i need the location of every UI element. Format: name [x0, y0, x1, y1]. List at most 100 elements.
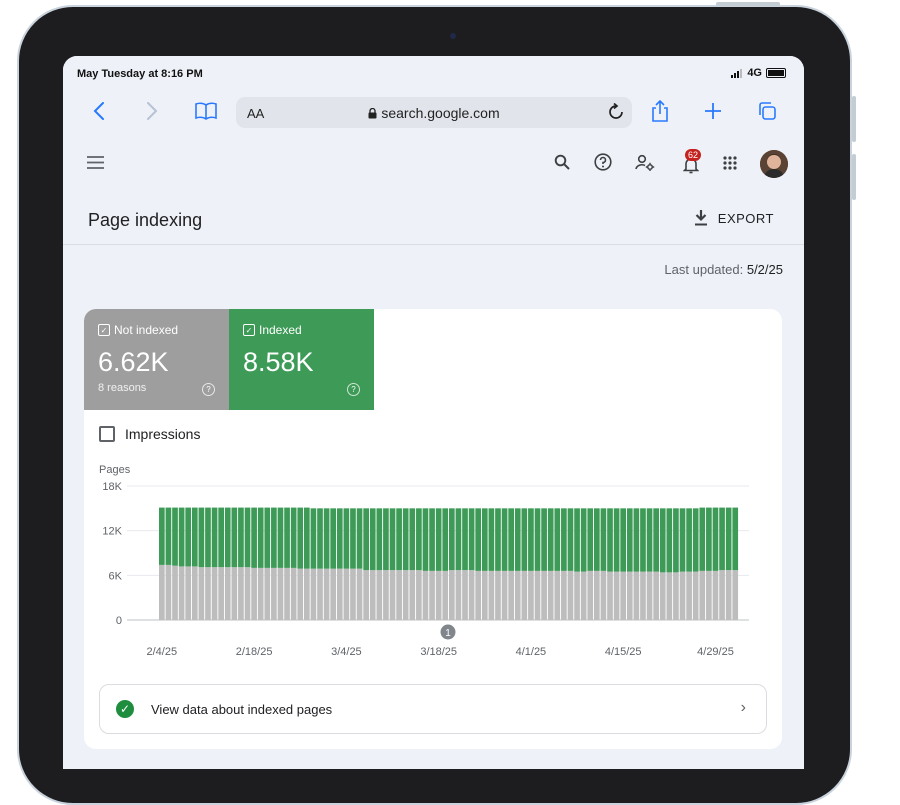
chart-bar-not-indexed[interactable] — [534, 570, 541, 620]
chart-bar-indexed[interactable] — [620, 508, 627, 572]
chart-bar-not-indexed[interactable] — [416, 570, 422, 620]
chart-bar-indexed[interactable] — [561, 508, 567, 571]
chart-bar-indexed[interactable] — [211, 507, 218, 568]
chart-bar-indexed[interactable] — [284, 507, 290, 568]
chart-bar-indexed[interactable] — [547, 508, 554, 571]
chart-bar-indexed[interactable] — [271, 507, 277, 568]
indexed-tile[interactable]: ✓ Indexed 8.58K ? — [229, 309, 374, 410]
chart-bar-not-indexed[interactable] — [692, 571, 699, 620]
bookmarks-button[interactable] — [191, 96, 221, 126]
chart-bar-indexed[interactable] — [310, 508, 317, 569]
chart-bar-not-indexed[interactable] — [442, 570, 449, 620]
chart-bar-indexed[interactable] — [396, 508, 402, 571]
chart-bar-not-indexed[interactable] — [198, 567, 205, 620]
chart-bar-not-indexed[interactable] — [580, 571, 587, 620]
chart-bar-not-indexed[interactable] — [626, 571, 633, 620]
chart-bar-not-indexed[interactable] — [514, 570, 521, 620]
chart-bar-indexed[interactable] — [659, 508, 666, 573]
chart-bar-indexed[interactable] — [389, 508, 396, 571]
chart-bar-indexed[interactable] — [383, 508, 389, 571]
chart-bar-indexed[interactable] — [574, 508, 580, 572]
chart-bar-indexed[interactable] — [640, 508, 646, 572]
chart-bar-not-indexed[interactable] — [304, 568, 310, 620]
chart-bar-not-indexed[interactable] — [574, 571, 580, 620]
chart-bar-indexed[interactable] — [191, 507, 198, 567]
chart-bar-not-indexed[interactable] — [383, 570, 389, 620]
chart-bar-not-indexed[interactable] — [719, 570, 725, 620]
menu-button[interactable] — [87, 156, 104, 174]
chart-bar-not-indexed[interactable] — [468, 570, 475, 620]
chart-bar-not-indexed[interactable] — [587, 570, 594, 620]
chart-bar-indexed[interactable] — [613, 508, 620, 572]
chart-bar-indexed[interactable] — [732, 507, 739, 571]
chart-bar-indexed[interactable] — [402, 508, 409, 571]
chart-bar-not-indexed[interactable] — [211, 567, 218, 620]
chart-bar-indexed[interactable] — [317, 508, 323, 569]
chart-bar-indexed[interactable] — [304, 507, 310, 569]
chart-bar-indexed[interactable] — [653, 508, 659, 572]
manage-users-button[interactable] — [635, 154, 655, 176]
chart-bar-indexed[interactable] — [231, 507, 238, 568]
chart-bar-not-indexed[interactable] — [409, 570, 416, 620]
chart-bar-not-indexed[interactable] — [607, 571, 613, 620]
chart-bar-not-indexed[interactable] — [646, 571, 653, 620]
chart-bar-indexed[interactable] — [244, 507, 251, 568]
chart-bar-indexed[interactable] — [455, 508, 462, 571]
chart-bar-not-indexed[interactable] — [251, 567, 257, 620]
chart-bar-not-indexed[interactable] — [732, 570, 739, 620]
chart-bar-not-indexed[interactable] — [541, 570, 547, 620]
chart-bar-not-indexed[interactable] — [686, 571, 692, 620]
chart-bar-indexed[interactable] — [198, 507, 205, 568]
chart-bar-not-indexed[interactable] — [297, 568, 304, 620]
chart-bar-indexed[interactable] — [363, 508, 369, 571]
chart-bar-indexed[interactable] — [409, 508, 416, 571]
chart-bar-not-indexed[interactable] — [376, 570, 383, 620]
chart-bar-not-indexed[interactable] — [561, 570, 567, 620]
chart-bar-indexed[interactable] — [205, 507, 211, 568]
chart-bar-not-indexed[interactable] — [679, 571, 686, 620]
chart-bar-not-indexed[interactable] — [323, 568, 330, 620]
forward-button[interactable] — [137, 96, 167, 126]
chart-bar-indexed[interactable] — [633, 508, 640, 572]
chart-bar-indexed[interactable] — [376, 508, 383, 571]
chart-bar-indexed[interactable] — [580, 508, 587, 572]
chart-bar-not-indexed[interactable] — [369, 570, 376, 620]
chart-bar-indexed[interactable] — [257, 507, 264, 568]
chart-bar-not-indexed[interactable] — [673, 572, 679, 620]
share-button[interactable] — [645, 96, 675, 126]
chart-bar-indexed[interactable] — [297, 507, 304, 569]
chart-bar-indexed[interactable] — [725, 507, 732, 571]
search-button[interactable] — [554, 154, 570, 175]
chart-bar-not-indexed[interactable] — [244, 567, 251, 620]
chart-bar-indexed[interactable] — [508, 508, 514, 571]
chart-bar-not-indexed[interactable] — [185, 566, 192, 620]
chart-bar-indexed[interactable] — [251, 507, 257, 568]
chart-bar-not-indexed[interactable] — [330, 568, 337, 620]
chart-bar-indexed[interactable] — [666, 508, 673, 573]
chart-bar-indexed[interactable] — [600, 508, 607, 571]
chart-bar-not-indexed[interactable] — [356, 568, 363, 620]
chart-bar-indexed[interactable] — [435, 508, 442, 571]
chart-bar-indexed[interactable] — [422, 508, 429, 571]
chart-bar-not-indexed[interactable] — [495, 570, 501, 620]
chart-bar-indexed[interactable] — [495, 508, 501, 571]
chart-bar-not-indexed[interactable] — [271, 567, 277, 620]
chart-bar-indexed[interactable] — [159, 507, 165, 565]
chart-bar-indexed[interactable] — [264, 507, 271, 568]
help-button[interactable] — [594, 153, 612, 176]
chart-bar-indexed[interactable] — [706, 507, 712, 571]
chart-bar-not-indexed[interactable] — [317, 568, 323, 620]
chart-bar-indexed[interactable] — [692, 508, 699, 572]
export-button[interactable]: EXPORT — [694, 210, 774, 226]
chart-bar-not-indexed[interactable] — [594, 570, 600, 620]
chart-annotation-marker[interactable]: 1 — [440, 624, 456, 640]
chart-bar-not-indexed[interactable] — [422, 570, 429, 620]
chart-bar-indexed[interactable] — [679, 508, 686, 572]
chart-bar-indexed[interactable] — [554, 508, 561, 571]
chart-bar-not-indexed[interactable] — [554, 570, 561, 620]
chart-bar-indexed[interactable] — [528, 508, 534, 571]
chart-bar-not-indexed[interactable] — [336, 568, 343, 620]
chart-bar-not-indexed[interactable] — [488, 570, 495, 620]
chart-bar-indexed[interactable] — [462, 508, 468, 571]
chart-bar-indexed[interactable] — [416, 508, 422, 571]
